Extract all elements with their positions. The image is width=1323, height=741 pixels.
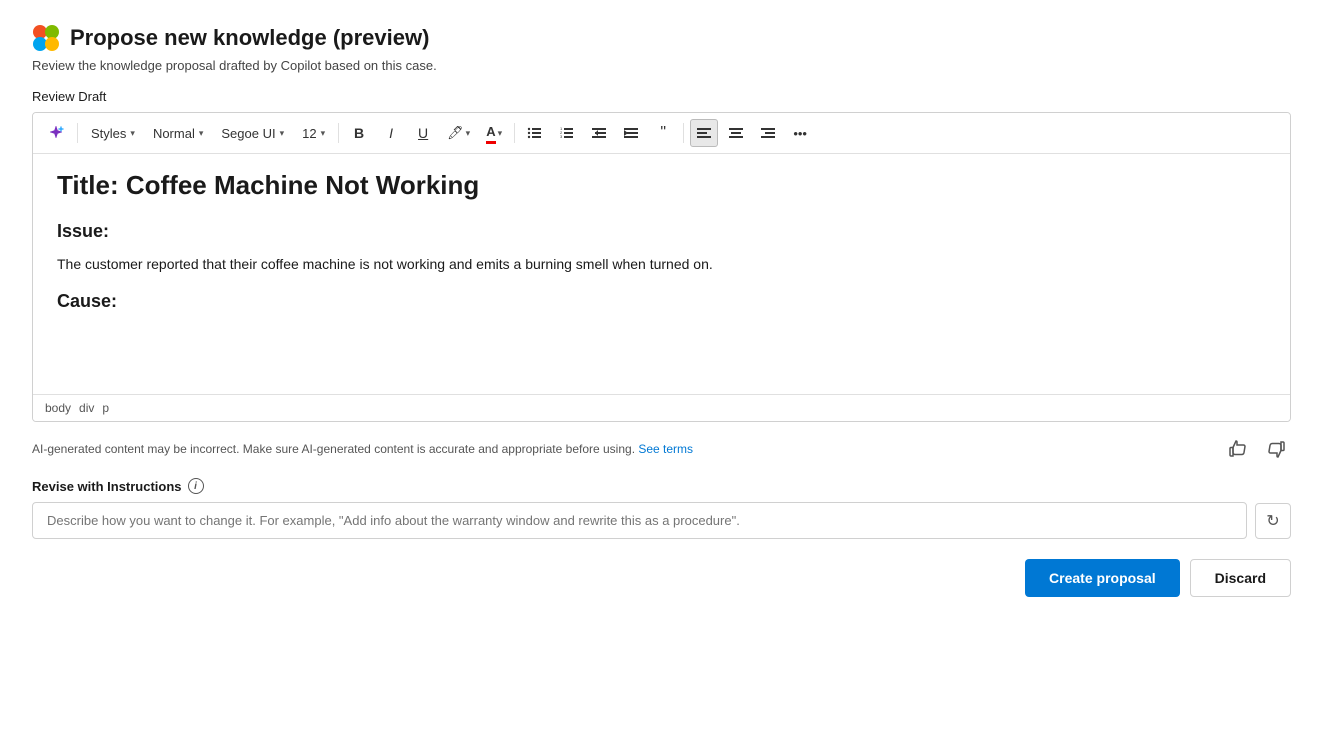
font-label: Segoe UI	[221, 126, 275, 141]
align-center-icon	[728, 125, 744, 141]
styles-label: Styles	[91, 126, 126, 141]
numbering-button[interactable]: 1 2 3	[553, 119, 581, 147]
italic-button[interactable]: I	[377, 119, 405, 147]
quote-button[interactable]: "	[649, 119, 677, 147]
see-terms-link[interactable]: See terms	[638, 442, 693, 456]
align-left-icon	[696, 125, 712, 141]
thumbs-down-icon	[1265, 438, 1287, 460]
ai-disclaimer-text: AI-generated content may be incorrect. M…	[32, 442, 693, 456]
copilot-toolbar-btn[interactable]	[41, 119, 71, 147]
underline-button[interactable]: U	[409, 119, 437, 147]
copilot-logo-icon	[32, 24, 60, 52]
align-center-button[interactable]	[722, 119, 750, 147]
editor-title: Title: Coffee Machine Not Working	[57, 170, 1266, 201]
outdent-button[interactable]	[585, 119, 613, 147]
editor-section-cause: Cause:	[57, 291, 1266, 312]
bold-button[interactable]: B	[345, 119, 373, 147]
more-options-button[interactable]: •••	[786, 119, 814, 147]
numbering-icon: 1 2 3	[559, 125, 575, 141]
review-draft-label: Review Draft	[32, 89, 1291, 104]
revise-section: Revise with Instructions i ↻	[32, 478, 1291, 539]
discard-button[interactable]: Discard	[1190, 559, 1291, 597]
paragraph-style-chevron-icon: ▾	[199, 128, 204, 139]
create-proposal-button[interactable]: Create proposal	[1025, 559, 1180, 597]
paragraph-style-label: Normal	[153, 126, 195, 141]
highlight-icon: 🖊	[447, 125, 464, 141]
editor-toolbar: Styles ▾ Normal ▾ Segoe UI ▾ 12 ▾ B I	[33, 113, 1290, 154]
thumbs-down-button[interactable]	[1261, 434, 1291, 464]
toolbar-divider-2	[338, 123, 339, 143]
editor-section-issue: Issue:	[57, 221, 1266, 242]
editor-issue-content: The customer reported that their coffee …	[57, 254, 1266, 275]
bullets-icon	[527, 125, 543, 141]
refresh-icon: ↻	[1266, 511, 1279, 531]
outdent-icon	[591, 125, 607, 141]
thumbs-up-icon	[1227, 438, 1249, 460]
font-color-icon: A	[486, 124, 495, 142]
revise-instructions-input[interactable]	[32, 502, 1247, 539]
statusbar-p[interactable]: p	[102, 401, 109, 415]
styles-dropdown[interactable]: Styles ▾	[84, 119, 142, 147]
highlight-button[interactable]: 🖊 ▾	[441, 119, 476, 147]
feedback-buttons	[1223, 434, 1291, 464]
align-right-button[interactable]	[754, 119, 782, 147]
font-dropdown[interactable]: Segoe UI ▾	[214, 119, 291, 147]
copilot-toolbar-icon	[47, 124, 65, 142]
revise-refresh-button[interactable]: ↻	[1255, 503, 1291, 539]
align-left-button[interactable]	[690, 119, 718, 147]
svg-text:3: 3	[560, 134, 563, 139]
statusbar-body[interactable]: body	[45, 401, 71, 415]
font-color-chevron-icon: ▾	[498, 128, 503, 139]
statusbar-div[interactable]: div	[79, 401, 94, 415]
quote-icon: "	[660, 125, 666, 141]
indent-button[interactable]	[617, 119, 645, 147]
toolbar-divider-1	[77, 123, 78, 143]
font-size-dropdown[interactable]: 12 ▾	[295, 119, 332, 147]
page-title: Propose new knowledge (preview)	[70, 25, 429, 51]
revise-label-row: Revise with Instructions i	[32, 478, 1291, 494]
font-color-button[interactable]: A ▾	[480, 119, 508, 147]
action-buttons: Create proposal Discard	[32, 559, 1291, 597]
align-right-icon	[760, 125, 776, 141]
more-options-icon: •••	[793, 126, 807, 141]
styles-chevron-icon: ▾	[130, 128, 135, 139]
page-subtitle: Review the knowledge proposal drafted by…	[32, 58, 1291, 73]
highlight-chevron-icon: ▾	[466, 128, 471, 139]
revise-info-icon[interactable]: i	[188, 478, 204, 494]
bullets-button[interactable]	[521, 119, 549, 147]
toolbar-divider-3	[514, 123, 515, 143]
paragraph-style-dropdown[interactable]: Normal ▾	[146, 119, 210, 147]
page-header: Propose new knowledge (preview)	[32, 24, 1291, 52]
revise-input-row: ↻	[32, 502, 1291, 539]
toolbar-divider-4	[683, 123, 684, 143]
ai-disclaimer-row: AI-generated content may be incorrect. M…	[32, 434, 1291, 464]
font-chevron-icon: ▾	[280, 128, 285, 139]
thumbs-up-button[interactable]	[1223, 434, 1253, 464]
font-size-chevron-icon: ▾	[321, 128, 326, 139]
revise-label-text: Revise with Instructions	[32, 479, 182, 494]
editor-body[interactable]: Title: Coffee Machine Not Working Issue:…	[33, 154, 1290, 394]
editor-container: Styles ▾ Normal ▾ Segoe UI ▾ 12 ▾ B I	[32, 112, 1291, 422]
editor-statusbar: body div p	[33, 394, 1290, 421]
font-size-label: 12	[302, 126, 316, 141]
indent-icon	[623, 125, 639, 141]
